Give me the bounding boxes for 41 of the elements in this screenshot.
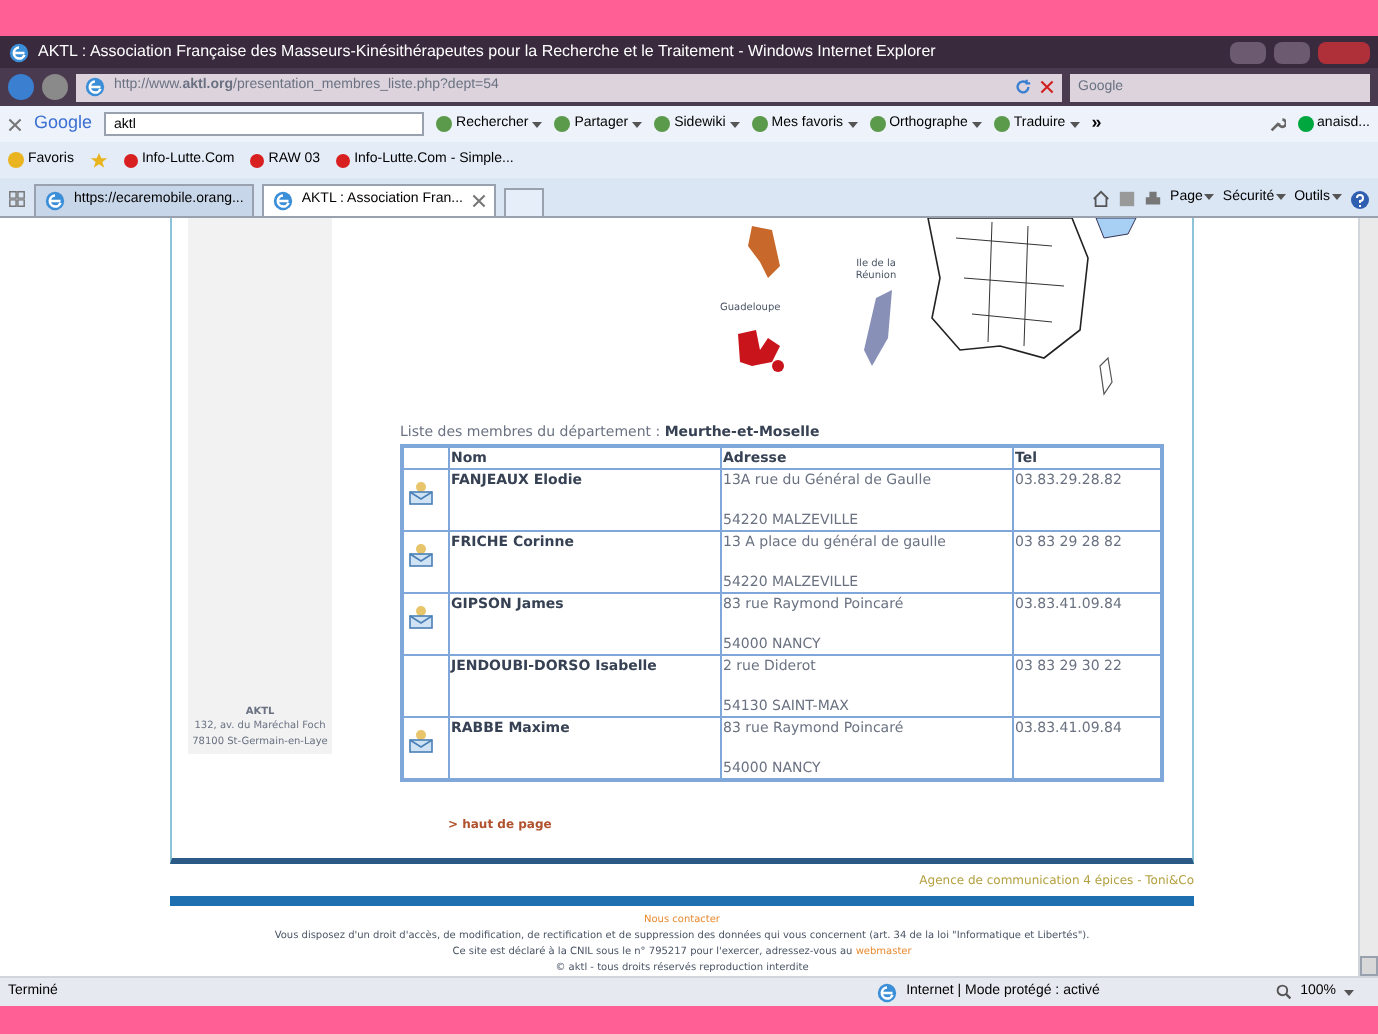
refresh-icon[interactable] xyxy=(1014,78,1032,96)
caret-icon xyxy=(1344,989,1354,995)
maximize-button[interactable] xyxy=(1274,41,1310,63)
globe-e-icon xyxy=(876,981,899,1003)
window-title: AKTL : Association Française des Masseurs-Kinésithérapeutes pour la Recherche et le Traitement - Windows Internet Explorer xyxy=(38,40,938,64)
caret-icon xyxy=(532,121,543,127)
caret-icon xyxy=(729,121,740,127)
close-button[interactable] xyxy=(1318,41,1370,63)
globe-e-icon xyxy=(84,76,106,98)
new-tab-button[interactable] xyxy=(503,188,543,216)
back-button[interactable] xyxy=(8,74,34,100)
help-icon[interactable] xyxy=(1350,190,1370,210)
globe-e-icon xyxy=(271,190,294,212)
quick-tabs-icon[interactable] xyxy=(8,190,26,208)
globe-e-icon xyxy=(44,190,66,212)
wrench-icon[interactable] xyxy=(1267,115,1286,133)
more-button[interactable]: » xyxy=(1091,110,1102,138)
envelope-person-icon xyxy=(408,480,434,506)
star-icon[interactable] xyxy=(89,151,108,169)
caret-icon xyxy=(971,121,982,127)
forward-button[interactable] xyxy=(42,74,68,100)
globe-e-icon xyxy=(8,41,30,63)
caret-icon xyxy=(1332,194,1342,201)
envelope-person-icon xyxy=(408,542,434,568)
printer-icon[interactable] xyxy=(1144,190,1163,208)
scroll-down-button[interactable] xyxy=(1360,956,1378,976)
envelope-person-icon xyxy=(408,604,434,630)
stop-icon[interactable] xyxy=(1040,80,1054,94)
caret-icon xyxy=(1069,121,1080,127)
caret-icon xyxy=(847,121,858,127)
magnifier-icon xyxy=(1276,984,1293,1000)
close-icon[interactable] xyxy=(8,117,22,131)
close-icon[interactable] xyxy=(471,194,485,208)
scrollbar[interactable] xyxy=(1358,218,1378,976)
caret-icon xyxy=(1204,194,1215,201)
envelope-person-icon xyxy=(408,728,434,754)
google-logo: Google xyxy=(34,110,93,137)
caret-icon xyxy=(632,121,643,127)
caret-icon xyxy=(1276,194,1287,201)
home-icon[interactable] xyxy=(1092,190,1111,208)
minimize-button[interactable] xyxy=(1230,41,1266,63)
